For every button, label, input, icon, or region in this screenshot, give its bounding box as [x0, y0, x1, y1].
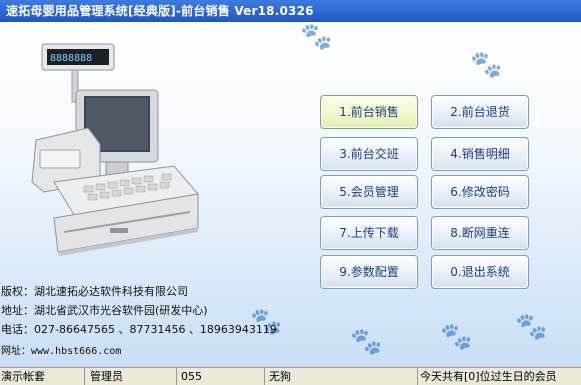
sales-detail-button[interactable]: 4.销售明细: [431, 137, 529, 171]
main-window: 速拓母婴用品管理系统[经典版]-前台销售 Ver18.0326 🐾 🐾 🐾 🐾 …: [0, 0, 581, 385]
upload-download-button[interactable]: 7.上传下载: [320, 216, 418, 250]
front-return-button[interactable]: 2.前台退货: [431, 95, 529, 129]
status-code: 055: [177, 368, 265, 385]
title-bar[interactable]: 速拓母婴用品管理系统[经典版]-前台销售 Ver18.0326: [0, 0, 581, 22]
copyright-text: 版权：湖北速拓必达软件科技有限公司: [1, 285, 188, 298]
address-text: 地址：湖北省武汉市光谷软件园(研发中心): [1, 304, 208, 317]
register-display-digits: 8888888: [50, 53, 92, 64]
member-management-button[interactable]: 5.会员管理: [320, 175, 418, 209]
paw-icon: 🐾: [300, 22, 333, 52]
status-birthday-message: 今天共有[0]位过生日的会员: [420, 370, 557, 383]
client-area: 🐾 🐾 🐾 🐾 🐾 🐾 8888888 1.前台销售 2.前台退货 3.前台交班…: [0, 22, 581, 367]
status-account: 演示帐套: [0, 368, 85, 385]
exit-system-button[interactable]: 0.退出系统: [431, 255, 529, 289]
front-sales-button[interactable]: 1.前台销售: [320, 95, 418, 129]
window-title: 速拓母婴用品管理系统[经典版]-前台销售 Ver18.0326: [6, 4, 314, 18]
reconnect-button[interactable]: 8.断网重连: [431, 216, 529, 250]
paw-icon: 🐾: [515, 312, 548, 342]
website-text: 网址：www.hbst666.com: [1, 346, 122, 357]
paw-icon: 🐾: [350, 327, 383, 357]
status-shift: 无狗: [265, 368, 418, 385]
paw-icon: 🐾: [470, 50, 503, 80]
phone-text: 电话：027-86647565 、87731456 、18963943119: [1, 323, 277, 336]
paw-icon: 🐾: [440, 322, 473, 352]
shift-handover-button[interactable]: 3.前台交班: [320, 137, 418, 171]
parameter-settings-button[interactable]: 9.参数配置: [320, 255, 418, 289]
cash-register-illustration: 8888888: [31, 43, 199, 256]
status-role: 管理员: [85, 368, 177, 385]
status-bar: 演示帐套 管理员 055 无狗 今天共有[0]位过生日的会员: [0, 367, 581, 385]
change-password-button[interactable]: 6.修改密码: [431, 175, 529, 209]
